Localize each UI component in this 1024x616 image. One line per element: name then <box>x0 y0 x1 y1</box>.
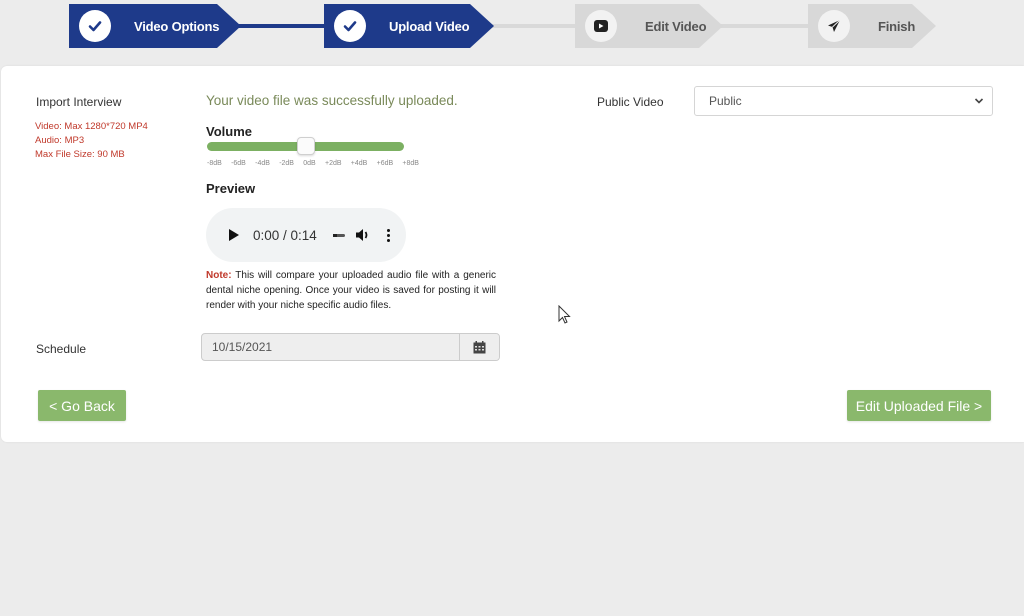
volume-tick-label: +2dB <box>324 160 342 167</box>
step-label: Upload Video <box>389 18 470 34</box>
audio-time: 0:00 / 0:14 <box>253 227 317 243</box>
step-upload-video[interactable]: Upload Video <box>324 4 494 48</box>
schedule-label: Schedule <box>36 342 87 356</box>
volume-tick-label: 0dB <box>303 160 316 167</box>
volume-slider[interactable] <box>207 137 404 155</box>
file-requirements: Video: Max 1280*720 MP4 Audio: MP3 Max F… <box>35 120 148 162</box>
volume-ticks: -8dB -6dB -4dB -2dB 0dB +2dB +4dB +6dB +8dB <box>207 160 419 167</box>
step-label: Video Options <box>134 18 220 34</box>
audio-progress-bar[interactable] <box>332 233 345 237</box>
play-icon[interactable] <box>229 229 239 241</box>
note-body: This will compare your uploaded audio fi… <box>206 270 496 311</box>
schedule-date-value: 10/15/2021 <box>212 340 273 354</box>
volume-icon[interactable] <box>355 227 371 243</box>
chevron-down-icon <box>974 98 984 104</box>
public-video-label: Public Video <box>597 95 664 109</box>
step-label: Finish <box>878 18 916 34</box>
volume-slider-thumb[interactable] <box>296 137 315 155</box>
step-label: Edit Video <box>645 18 707 34</box>
volume-tick-label: -6dB <box>231 160 246 167</box>
requirement-size: Max File Size: 90 MB <box>35 149 125 160</box>
upload-success-message: Your video file was successfully uploade… <box>206 93 458 108</box>
step-finish[interactable]: Finish <box>808 4 936 48</box>
more-options-icon[interactable] <box>386 228 390 242</box>
step-video-options[interactable]: Video Options <box>69 4 241 48</box>
schedule-date-input[interactable]: 10/15/2021 <box>201 333 500 361</box>
check-icon <box>334 10 366 42</box>
upload-card <box>1 66 1024 442</box>
progress-stepper: Video Options Upload Video Edit Video Fi… <box>0 0 1024 56</box>
import-interview-label: Import Interview <box>36 95 122 109</box>
check-icon <box>79 10 111 42</box>
paper-plane-icon <box>818 10 850 42</box>
step-edit-video[interactable]: Edit Video <box>575 4 723 48</box>
volume-tick-label: +8dB <box>402 160 419 167</box>
requirement-audio: Audio: MP3 <box>35 135 85 146</box>
preview-label: Preview <box>206 181 256 196</box>
calendar-button[interactable] <box>459 334 499 360</box>
volume-label: Volume <box>206 124 252 139</box>
volume-tick-label: -2dB <box>279 160 294 167</box>
audio-player: 0:00 / 0:14 <box>206 208 406 262</box>
requirement-video: Video: Max 1280*720 MP4 <box>35 121 148 132</box>
public-video-select[interactable]: Public <box>694 86 993 116</box>
note-text: Note: This will compare your uploaded au… <box>206 268 496 313</box>
edit-uploaded-file-button[interactable]: Edit Uploaded File > <box>847 390 991 421</box>
video-play-icon <box>585 10 617 42</box>
mouse-cursor-icon <box>558 305 571 324</box>
volume-tick-label: -8dB <box>207 160 222 167</box>
calendar-icon <box>473 340 486 353</box>
note-label: Note: <box>206 270 232 281</box>
volume-tick-label: -4dB <box>255 160 270 167</box>
volume-tick-label: +4dB <box>350 160 368 167</box>
go-back-button[interactable]: < Go Back <box>38 390 126 421</box>
volume-tick-label: +6dB <box>376 160 394 167</box>
public-video-selected: Public <box>709 94 742 108</box>
